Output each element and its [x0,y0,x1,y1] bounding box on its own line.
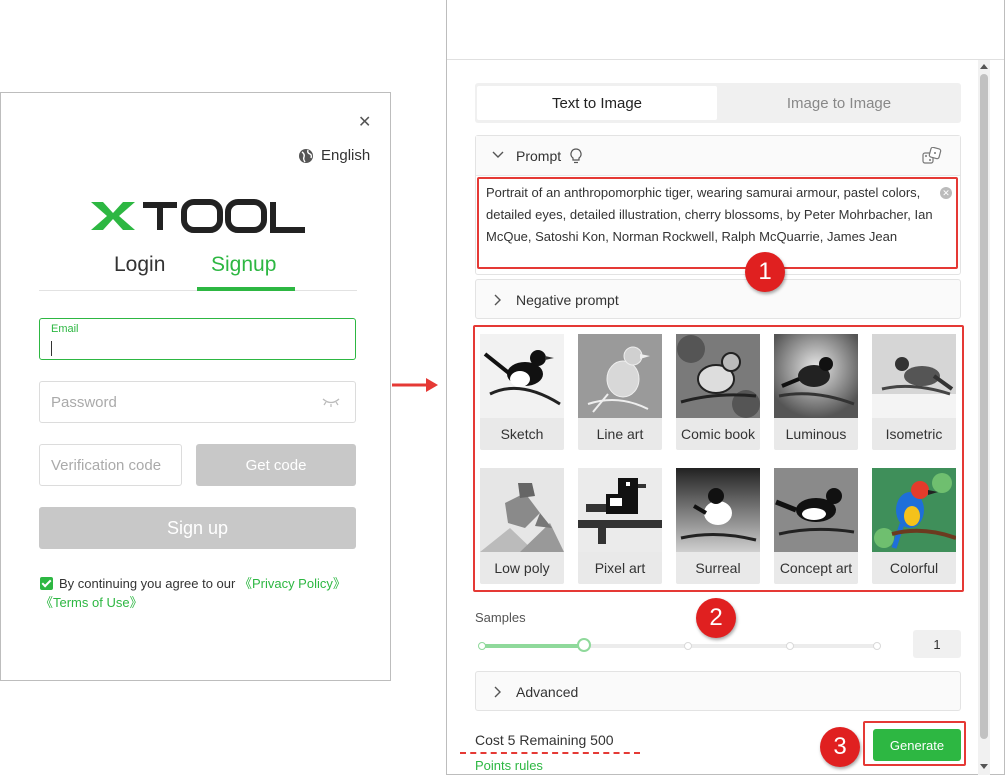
email-field[interactable]: Email [39,318,356,360]
language-label: English [321,147,371,164]
slider-fill [480,644,584,648]
sign-up-button[interactable]: Sign up [39,507,356,549]
annotation-box-styles [473,325,964,592]
samples-count[interactable]: 1 [913,630,961,658]
terms-agreement: By continuing you agree to our 《Privacy … [40,574,370,612]
tab-text-to-image[interactable]: Text to Image [477,86,717,120]
slider-handle[interactable] [577,638,591,652]
chevron-right-icon [494,686,501,698]
active-tab-indicator [197,287,295,291]
annotation-badge-3: 3 [820,727,860,767]
advanced-label: Advanced [516,684,579,700]
samples-label: Samples [475,610,526,625]
privacy-policy-link[interactable]: 《Privacy Policy》 [239,576,346,591]
verification-code-placeholder: Verification code [51,457,162,474]
annotation-box-prompt [477,177,958,269]
dice-icon[interactable] [922,147,942,165]
text-caret [51,341,52,356]
email-label: Email [51,323,79,335]
slider-step[interactable] [478,642,486,650]
advanced-section[interactable]: Advanced [475,671,961,711]
xtool-logo [91,199,305,233]
close-icon[interactable]: ✕ [358,115,371,131]
tab-image-to-image[interactable]: Image to Image [719,86,959,120]
prompt-label: Prompt [516,148,562,164]
scrollbar[interactable] [978,60,990,775]
annotation-badge-2: 2 [696,598,736,638]
samples-slider[interactable] [478,638,881,652]
slider-step[interactable] [684,642,692,650]
language-selector[interactable]: English [298,147,370,164]
annotation-box-generate [863,721,966,766]
terms-of-use-link[interactable]: 《Terms of Use》 [40,595,143,610]
agree-checkbox[interactable] [40,577,53,590]
globe-icon [299,148,313,163]
slider-step[interactable] [873,642,881,650]
password-field[interactable]: Password [39,381,356,423]
panel-header [447,0,1004,60]
chevron-down-icon [492,151,504,158]
verification-code-field[interactable]: Verification code [39,444,182,486]
scroll-up-icon[interactable] [980,64,988,69]
right-arrow-icon [392,378,438,392]
prompt-header[interactable]: Prompt [476,136,960,176]
get-code-button[interactable]: Get code [196,444,356,486]
tab-login[interactable]: Login [114,253,165,277]
lightbulb-icon[interactable] [570,148,582,164]
scroll-down-icon[interactable] [980,764,988,769]
tab-signup[interactable]: Signup [211,253,276,277]
points-rules-link[interactable]: Points rules [475,758,543,773]
password-placeholder: Password [51,394,117,411]
cost-remaining-text: Cost 5 Remaining 500 [475,732,614,748]
auth-tabs: Login Signup [39,251,357,291]
chevron-right-icon [494,294,501,306]
negative-prompt-label: Negative prompt [516,292,619,308]
annotation-badge-1: 1 [745,252,785,292]
eye-closed-icon[interactable] [321,395,341,409]
dashed-highlight [460,752,640,754]
slider-step[interactable] [786,642,794,650]
negative-prompt-section[interactable]: Negative prompt [475,279,961,319]
login-dialog: ✕ English Login Signup Email Password Ve… [0,92,391,681]
mode-tabs: Text to Image Image to Image [475,83,961,123]
agree-text: By continuing you agree to our [59,576,239,591]
scroll-thumb[interactable] [980,74,988,739]
